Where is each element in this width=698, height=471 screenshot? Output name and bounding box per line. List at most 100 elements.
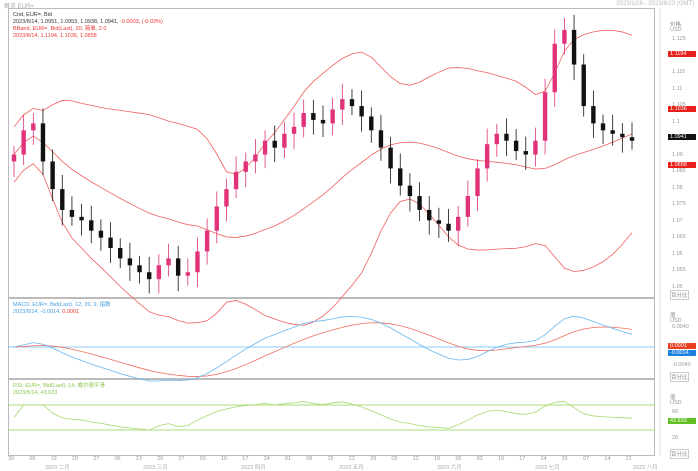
scale-button[interactable]: 百分比 <box>670 290 689 300</box>
candle-body <box>311 113 316 120</box>
date-tick: 30 <box>8 456 15 462</box>
candle-body <box>340 99 345 110</box>
candle-body <box>40 123 46 162</box>
candle-body <box>504 133 509 141</box>
date-tick: 06 <box>29 456 36 462</box>
date-tick: 10 <box>497 456 505 462</box>
candle-body <box>475 168 480 197</box>
date-tick: 31 <box>561 456 568 462</box>
candle-body <box>581 64 586 107</box>
date-tick: 07 <box>583 456 590 462</box>
candle-body <box>562 29 567 44</box>
currency-label: USD <box>670 27 682 33</box>
candle-body <box>21 130 26 155</box>
date-tick: 21 <box>625 456 632 462</box>
date-tick: 17 <box>242 456 249 462</box>
candle-body <box>320 119 326 124</box>
candle-body <box>388 147 393 169</box>
candle-body <box>533 140 538 155</box>
candle-body <box>31 123 36 131</box>
date-tick: 22 <box>348 456 355 462</box>
macd-scale-button[interactable]: 百分比 <box>670 372 689 382</box>
price-tick: 1.09 <box>672 151 683 158</box>
candle-body <box>118 248 123 259</box>
candle-body <box>349 99 355 107</box>
candle-body <box>301 113 306 127</box>
candle-body <box>407 185 413 197</box>
candle-body <box>146 272 152 280</box>
candle-body <box>79 216 84 221</box>
candle-body <box>89 220 94 231</box>
candle-body <box>243 161 248 172</box>
price-tick: 1.11 <box>672 85 683 92</box>
rsi-scale-button[interactable]: 百分比 <box>670 449 689 459</box>
macd-label: -0.0014 <box>668 350 696 356</box>
price-tick: 1.07 <box>672 217 683 224</box>
candle-body <box>369 116 374 131</box>
price-tick: 1.1 <box>672 118 680 125</box>
rsi-tick: 20 <box>672 435 679 441</box>
candle-body <box>156 265 162 280</box>
bb-middle-line <box>13 133 633 238</box>
candle-body <box>620 133 625 138</box>
candle-body <box>166 258 171 266</box>
price-tick: 1.06 <box>672 250 683 257</box>
date-tick: 10 <box>221 456 228 462</box>
date-tick: 13 <box>135 456 142 462</box>
price-tick: 1.075 <box>672 201 686 207</box>
last-price-label: 1.0941 <box>668 134 696 140</box>
candle-body <box>214 206 219 231</box>
date-tick: 27 <box>178 456 185 462</box>
bb-lower-label: 1.0858 <box>668 162 696 168</box>
macd-tick: 0.0040 <box>672 324 689 330</box>
bb-upper-line <box>13 29 633 175</box>
candle-body <box>610 130 615 134</box>
date-tick: 29 <box>370 456 377 462</box>
candle-body <box>11 154 17 162</box>
candle-body <box>233 171 239 190</box>
candle-body <box>204 230 210 252</box>
rsi-currency: USD <box>670 400 682 406</box>
date-tick: 05 <box>391 456 398 462</box>
candle-body <box>69 209 75 217</box>
candle-body <box>465 196 471 217</box>
date-tick: 24 <box>540 456 547 462</box>
candle-body <box>108 237 113 248</box>
candle-body <box>127 258 133 266</box>
candle-body <box>282 133 287 148</box>
candle-body <box>600 123 606 131</box>
candle-body <box>175 258 181 276</box>
candle-body <box>523 151 528 155</box>
date-tick: 08 <box>306 456 313 462</box>
rsi-label: 43.633 <box>668 418 696 424</box>
candle-body <box>417 196 422 210</box>
candle-body <box>571 29 577 65</box>
date-tick: 27 <box>93 456 100 462</box>
candle-body <box>513 140 519 152</box>
candle-body <box>436 220 442 224</box>
candle-body <box>224 189 229 207</box>
date-tick: 06 <box>114 456 121 462</box>
date-tick: 26 <box>455 456 462 462</box>
candle-body <box>291 126 297 134</box>
candle-body <box>427 209 432 221</box>
date-tick: 03 <box>476 456 483 462</box>
date-tick: 24 <box>263 456 270 462</box>
bb-upper-label: 1.1194 <box>668 51 696 57</box>
macd-signal-line <box>13 322 633 377</box>
candle-body <box>542 92 548 141</box>
date-tick: 17 <box>519 456 526 462</box>
candle-body <box>330 109 335 124</box>
date-tick: 15 <box>327 456 334 462</box>
candle-body <box>446 223 451 231</box>
candle-body <box>359 106 364 117</box>
date-tick: 13 <box>50 456 57 462</box>
candle-body <box>494 133 500 145</box>
date-tick: 19 <box>434 456 441 462</box>
candle-body <box>137 265 142 273</box>
price-tick: 1.055 <box>672 267 686 273</box>
candle-body <box>195 251 200 273</box>
macd-line <box>13 315 633 382</box>
candle-body <box>262 140 268 155</box>
date-tick: 14 <box>604 456 611 462</box>
